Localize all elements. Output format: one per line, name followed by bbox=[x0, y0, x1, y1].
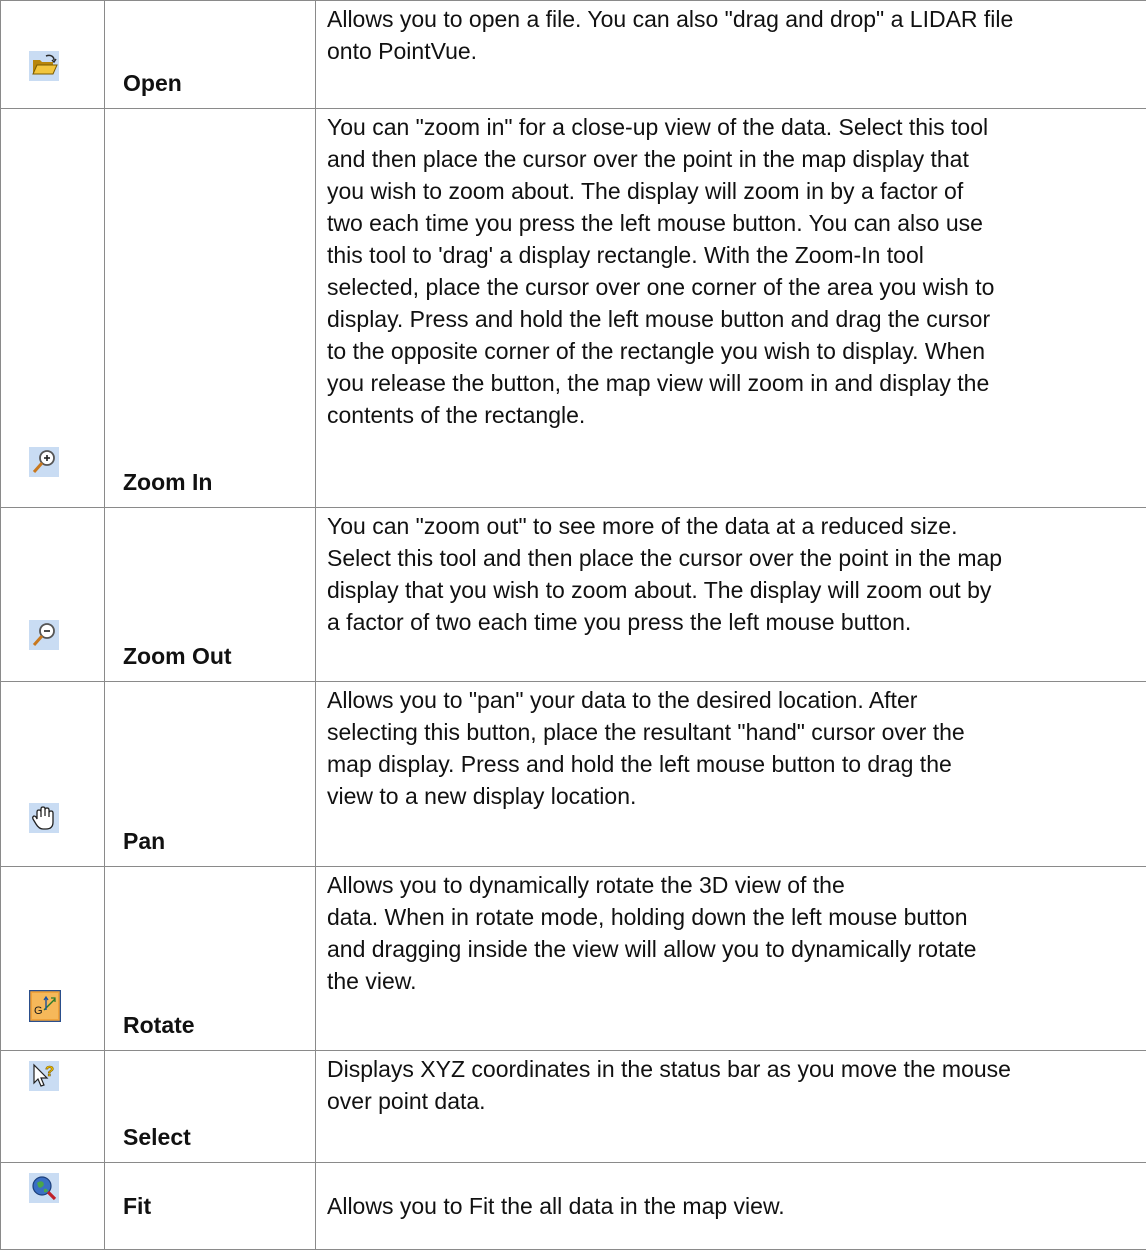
description-text: Allows you to open a file. You can also … bbox=[327, 3, 1138, 67]
icon-cell: ? bbox=[1, 1051, 105, 1163]
svg-text:G: G bbox=[34, 1005, 43, 1017]
tool-description: Allows you to dynamically rotate the 3D … bbox=[316, 867, 1146, 1051]
tool-description: You can "zoom in" for a close-up view of… bbox=[316, 109, 1146, 508]
select-query-icon: ? bbox=[29, 1061, 59, 1091]
description-text: You can "zoom out" to see more of the da… bbox=[327, 510, 1138, 638]
rotate-3d-icon: G bbox=[29, 990, 61, 1022]
zoom-out-icon bbox=[29, 620, 59, 650]
icon-cell bbox=[1, 1, 105, 109]
icon-cell bbox=[1, 1163, 105, 1250]
tool-name: Fit bbox=[105, 1163, 316, 1250]
table-row: ? Select Displays XYZ coordinates in the… bbox=[1, 1051, 1146, 1163]
table-row: Zoom Out You can "zoom out" to see more … bbox=[1, 508, 1146, 682]
tool-description: You can "zoom out" to see more of the da… bbox=[316, 508, 1146, 682]
tool-description: Allows you to "pan" your data to the des… bbox=[316, 682, 1146, 867]
tool-name: Open bbox=[105, 1, 316, 109]
description-text: Allows you to dynamically rotate the 3D … bbox=[327, 869, 1138, 997]
hand-pan-icon bbox=[29, 803, 59, 833]
description-text: Displays XYZ coordinates in the status b… bbox=[327, 1053, 1138, 1117]
tool-name: Pan bbox=[105, 682, 316, 867]
icon-cell bbox=[1, 508, 105, 682]
fit-globe-icon bbox=[29, 1173, 59, 1203]
description-text: You can "zoom in" for a close-up view of… bbox=[327, 111, 1138, 431]
icon-cell: G bbox=[1, 867, 105, 1051]
tool-description: Allows you to open a file. You can also … bbox=[316, 1, 1146, 109]
tool-name: Rotate bbox=[105, 867, 316, 1051]
description-text: Allows you to Fit the all data in the ma… bbox=[327, 1190, 1138, 1222]
tool-name: Zoom In bbox=[105, 109, 316, 508]
table-row: Open Allows you to open a file. You can … bbox=[1, 1, 1146, 109]
svg-text:?: ? bbox=[45, 1063, 54, 1080]
tool-name: Select bbox=[105, 1051, 316, 1163]
icon-cell bbox=[1, 109, 105, 508]
table-row: Fit Allows you to Fit the all data in th… bbox=[1, 1163, 1146, 1250]
table-row: Pan Allows you to "pan" your data to the… bbox=[1, 682, 1146, 867]
open-folder-icon bbox=[29, 51, 59, 81]
tool-name: Zoom Out bbox=[105, 508, 316, 682]
icon-cell bbox=[1, 682, 105, 867]
table-row: G Rotate Allows you to dynamically rotat… bbox=[1, 867, 1146, 1051]
tool-description: Allows you to Fit the all data in the ma… bbox=[316, 1163, 1146, 1250]
tool-description: Displays XYZ coordinates in the status b… bbox=[316, 1051, 1146, 1163]
zoom-in-icon bbox=[29, 447, 59, 477]
tool-reference-table: Open Allows you to open a file. You can … bbox=[0, 0, 1146, 1250]
description-text: Allows you to "pan" your data to the des… bbox=[327, 684, 1138, 812]
table-row: Zoom In You can "zoom in" for a close-up… bbox=[1, 109, 1146, 508]
